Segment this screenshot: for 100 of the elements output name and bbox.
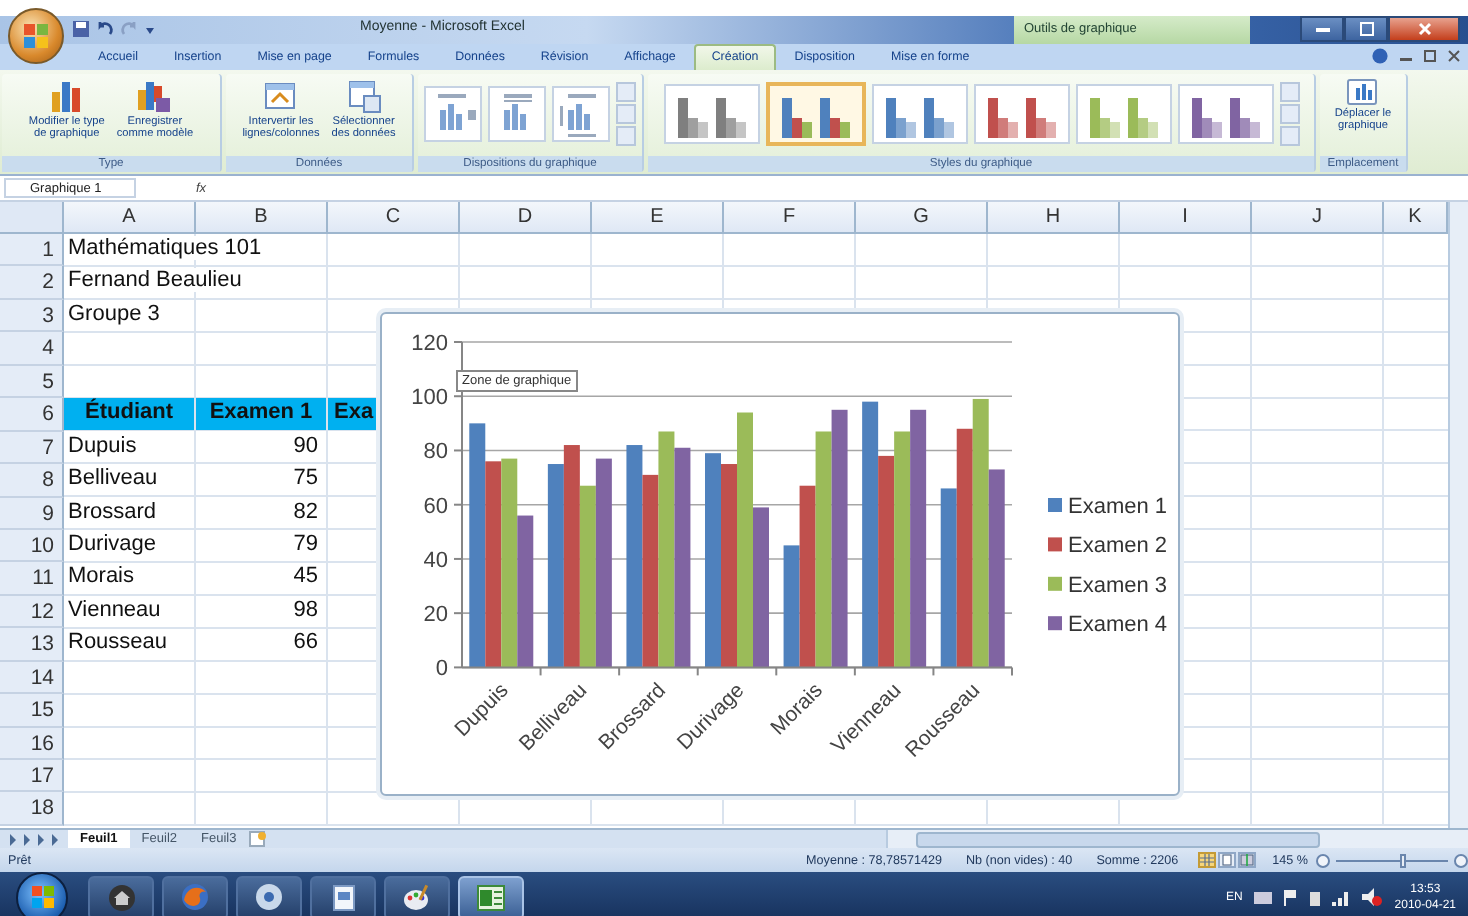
row-header[interactable]: 6 (0, 398, 64, 432)
table-cell[interactable]: 98 (196, 595, 326, 627)
table-cell[interactable]: Exa (328, 398, 380, 430)
undo-icon[interactable] (96, 20, 114, 38)
speaker-muted-icon[interactable] (1362, 888, 1383, 906)
row-header[interactable]: 14 (0, 661, 64, 695)
column-header[interactable]: A (64, 202, 196, 234)
axis-label: 80 (423, 440, 448, 465)
row-header[interactable]: 16 (0, 727, 64, 760)
keyboard-icon[interactable] (1254, 890, 1273, 904)
table-cell[interactable]: Étudiant (64, 398, 194, 430)
palette-icon (402, 883, 432, 911)
row-header[interactable]: 12 (0, 595, 64, 629)
zoom-in-button[interactable] (1454, 853, 1468, 867)
axis-label: 40 (423, 548, 448, 573)
table-cell[interactable]: Brossard (68, 499, 159, 523)
page-break-button[interactable] (1238, 852, 1257, 868)
column-header[interactable]: G (856, 202, 988, 234)
legend-label: Examen 1 (1068, 495, 1168, 519)
page-break-icon (1240, 854, 1255, 866)
save-icon[interactable] (72, 20, 90, 38)
table-cell[interactable]: Fernand Beaulieu (68, 268, 244, 293)
layout-thumbnail[interactable] (488, 86, 546, 142)
layout-thumbnail[interactable] (552, 86, 610, 142)
horizontal-scrollbar[interactable] (886, 830, 1468, 848)
column-header[interactable]: E (592, 202, 724, 234)
row-header[interactable]: 1 (0, 234, 64, 267)
signal-icon[interactable] (1332, 889, 1351, 905)
minimize-icon (1315, 26, 1329, 32)
legend-swatch (1048, 537, 1062, 552)
row-header[interactable]: 15 (0, 694, 64, 728)
column-header[interactable]: F (724, 202, 856, 234)
chart-style-thumbnail[interactable] (765, 82, 865, 146)
flag-icon[interactable] (1284, 889, 1299, 905)
row-header[interactable]: 17 (0, 760, 64, 793)
battery-icon[interactable] (1310, 889, 1321, 905)
table-cell[interactable]: Rousseau (68, 630, 170, 655)
row-header[interactable]: 8 (0, 464, 64, 497)
close-icon[interactable] (1448, 50, 1460, 62)
table-cell[interactable]: Durivage (68, 531, 159, 556)
axis-label: 100 (411, 386, 448, 411)
row-header[interactable]: 18 (0, 792, 64, 826)
normal-view-button[interactable] (1198, 852, 1217, 868)
chart-move-icon (1346, 78, 1379, 106)
table-cell[interactable]: 75 (196, 464, 326, 495)
row-header[interactable]: 13 (0, 628, 64, 662)
music-disc-icon (254, 882, 284, 912)
table-cell[interactable]: 82 (196, 497, 326, 528)
chart-style-thumbnail[interactable] (1075, 84, 1171, 144)
legend-label: Examen 2 (1068, 534, 1168, 559)
zoom-out-button[interactable] (1316, 853, 1330, 867)
minimize-button[interactable] (1300, 16, 1344, 42)
restore-button[interactable] (1344, 16, 1388, 42)
restore-icon[interactable] (1424, 50, 1436, 62)
column-header[interactable]: H (988, 202, 1120, 234)
row-header[interactable]: 5 (0, 365, 64, 399)
taskbar-button[interactable] (384, 875, 450, 916)
table-cell[interactable]: 79 (196, 529, 326, 561)
column-header[interactable]: I (1120, 202, 1252, 234)
row-header[interactable]: 10 (0, 529, 64, 563)
new-sheet-icon[interactable] (248, 830, 269, 848)
page-layout-button[interactable] (1218, 852, 1237, 868)
table-cell[interactable]: 45 (196, 562, 326, 594)
taskbar-button[interactable] (88, 875, 154, 916)
layout-thumbnail[interactable] (424, 86, 482, 142)
chart-style-thumbnail[interactable] (1177, 84, 1273, 144)
row-header[interactable]: 7 (0, 431, 64, 465)
taskbar-button[interactable] (458, 875, 524, 916)
column-header[interactable]: D (460, 202, 592, 234)
table-cell[interactable]: Morais (68, 564, 137, 589)
table-cell[interactable]: Belliveau (68, 466, 160, 491)
column-header[interactable]: K (1384, 202, 1448, 234)
table-cell[interactable]: Dupuis (68, 433, 139, 458)
column-header[interactable]: J (1252, 202, 1384, 234)
zoom-slider-thumb[interactable] (1400, 853, 1407, 867)
column-header[interactable]: C (328, 202, 460, 234)
start-button[interactable] (16, 871, 68, 916)
table-cell[interactable]: Examen 1 (196, 398, 326, 430)
chart-style-thumbnail[interactable] (973, 84, 1069, 144)
row-header[interactable]: 3 (0, 299, 64, 333)
table-cell[interactable]: Groupe 3 (68, 301, 162, 326)
table-cell[interactable]: 66 (196, 628, 326, 660)
row-header[interactable]: 9 (0, 497, 64, 530)
help-icon[interactable] (1372, 48, 1388, 64)
vertical-scrollbar[interactable] (1448, 202, 1468, 828)
table-cell[interactable]: 90 (196, 431, 326, 463)
table-cell[interactable]: Vienneau (68, 597, 163, 622)
taskbar-button[interactable] (236, 875, 302, 916)
close-button[interactable] (1388, 16, 1460, 42)
table-swap-icon (262, 78, 299, 114)
column-header[interactable]: B (196, 202, 328, 234)
scrollbar-thumb[interactable] (916, 831, 1320, 847)
row-header[interactable]: 2 (0, 266, 64, 300)
row-header[interactable]: 11 (0, 562, 64, 596)
chart-style-thumbnail[interactable] (871, 84, 967, 144)
row-header[interactable]: 4 (0, 332, 64, 366)
grid-icon (1200, 854, 1215, 866)
taskbar-button[interactable] (310, 875, 376, 916)
table-cell[interactable]: Mathématiques 101 (68, 236, 264, 260)
chart-style-thumbnail[interactable] (663, 84, 759, 144)
